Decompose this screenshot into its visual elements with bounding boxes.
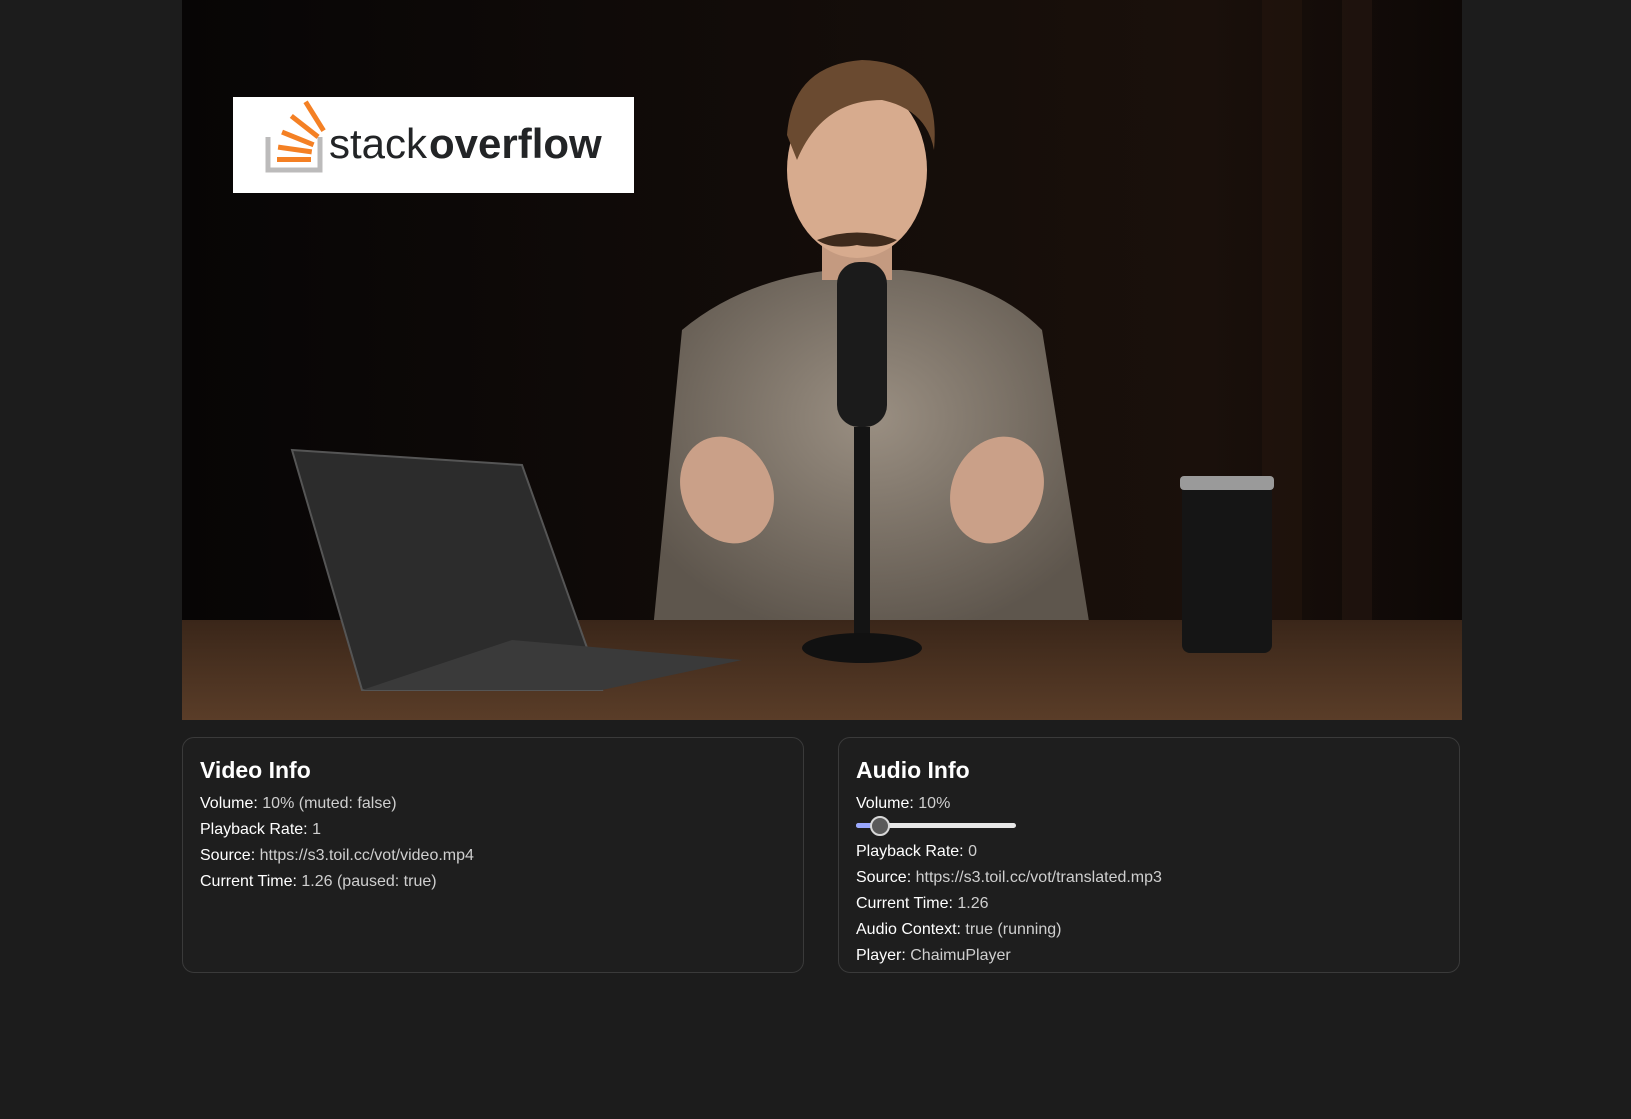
audio-volume-slider[interactable] <box>856 815 1016 836</box>
video-source-label: Source: <box>200 847 256 864</box>
video-frame: stack overflow <box>182 0 1462 720</box>
microphone <box>837 262 887 427</box>
video-volume-row: Volume: 10% (muted: false) <box>200 791 786 817</box>
info-panels: Video Info Volume: 10% (muted: false) Pl… <box>182 737 1462 975</box>
audio-current-time-row: Current Time: 1.26 <box>856 891 1442 917</box>
audio-volume-value: 10% <box>918 795 951 812</box>
video-current-time-row: Current Time: 1.26 (paused: true) <box>200 869 786 895</box>
audio-volume-label: Volume: <box>856 795 914 812</box>
video-volume-label: Volume: <box>200 795 258 812</box>
audio-player-row: Player: ChaimuPlayer <box>856 943 1442 969</box>
video-info-title: Video Info <box>200 757 311 783</box>
video-source-value: https://s3.toil.cc/vot/video.mp4 <box>259 847 474 864</box>
video-playback-rate-row: Playback Rate: 1 <box>200 817 786 843</box>
video-info-panel: Video Info Volume: 10% (muted: false) Pl… <box>182 737 804 973</box>
audio-context-value: true (running) <box>965 921 1062 938</box>
video-player[interactable]: stack overflow <box>182 0 1462 720</box>
logo-text-overflow: overflow <box>429 120 602 167</box>
audio-source-row: Source: https://s3.toil.cc/vot/translate… <box>856 865 1442 891</box>
audio-player-value: ChaimuPlayer <box>910 947 1011 964</box>
audio-playback-rate-value: 0 <box>968 843 977 860</box>
audio-current-time-label: Current Time: <box>856 895 953 912</box>
logo-text-stack: stack <box>329 120 428 167</box>
audio-source-label: Source: <box>856 869 912 886</box>
audio-volume-slider-thumb[interactable] <box>870 816 890 836</box>
audio-source-value: https://s3.toil.cc/vot/translated.mp3 <box>915 869 1162 886</box>
audio-current-time-value: 1.26 <box>957 895 989 912</box>
audio-info-title: Audio Info <box>856 757 970 783</box>
audio-player-label: Player: <box>856 947 906 964</box>
audio-info-panel: Audio Info Volume: 10% Playback Rate: 0 … <box>838 737 1460 973</box>
audio-volume-row: Volume: 10% <box>856 791 1442 817</box>
video-playback-rate-value: 1 <box>312 821 321 838</box>
mug <box>1182 478 1272 653</box>
audio-context-label: Audio Context: <box>856 921 961 938</box>
audio-playback-rate-row: Playback Rate: 0 <box>856 839 1442 865</box>
video-volume-value: 10% (muted: false) <box>262 795 397 812</box>
video-playback-rate-label: Playback Rate: <box>200 821 308 838</box>
video-source-row: Source: https://s3.toil.cc/vot/video.mp4 <box>200 843 786 869</box>
video-current-time-label: Current Time: <box>200 873 297 890</box>
audio-playback-rate-label: Playback Rate: <box>856 843 964 860</box>
video-current-time-value: 1.26 (paused: true) <box>301 873 437 890</box>
audio-context-row: Audio Context: true (running) <box>856 917 1442 943</box>
